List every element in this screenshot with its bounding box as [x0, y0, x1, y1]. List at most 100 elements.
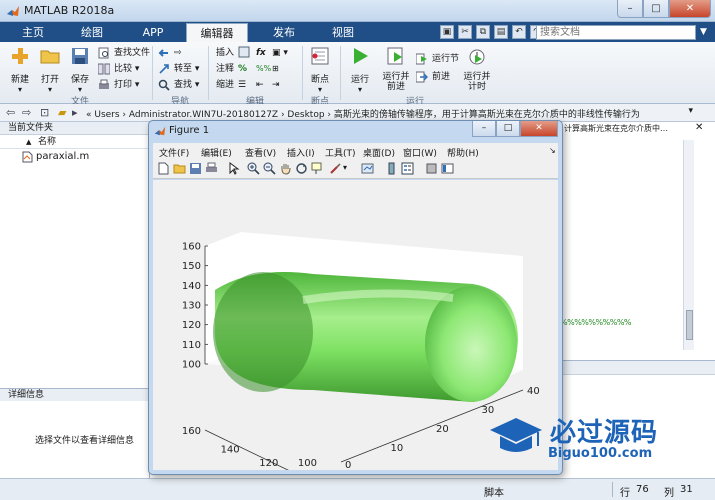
up-folder-icon[interactable]: ⊡: [40, 106, 49, 119]
smart-indent-icon[interactable]: ☰: [238, 78, 246, 92]
figure-menu-edit[interactable]: 编辑(E): [201, 146, 232, 159]
wrap-comments-icon[interactable]: ⊞: [272, 62, 279, 76]
file-item[interactable]: paraxial.m: [0, 149, 149, 165]
scrollbar-thumb[interactable]: [686, 310, 693, 340]
details-title: 详细信息: [0, 389, 149, 401]
forward-arrow-icon[interactable]: ⇨: [22, 106, 31, 119]
figure-minimize-button[interactable]: –: [472, 121, 496, 137]
tab-apps[interactable]: APP: [128, 23, 178, 42]
find-files-icon: [98, 47, 109, 59]
figure-matlab-icon: [154, 126, 166, 136]
run-and-advance-button[interactable]: 运行并 前进: [380, 46, 412, 92]
y-tick-label: 140: [221, 445, 240, 456]
indent-button[interactable]: 缩进: [214, 78, 234, 92]
colorbar-icon[interactable]: [385, 162, 398, 175]
browse-folder-icon[interactable]: ▰: [58, 106, 66, 119]
search-documentation-input[interactable]: 搜索文档: [536, 25, 696, 40]
editor-scrollbar[interactable]: [683, 140, 694, 350]
search-dropdown-icon[interactable]: ▼: [700, 25, 712, 40]
comment-percent-icon[interactable]: %: [238, 62, 247, 76]
sort-ascending-icon[interactable]: ▲: [26, 135, 31, 149]
increase-indent-icon[interactable]: ⇥: [272, 78, 280, 92]
print-button[interactable]: 打印 ▾: [98, 78, 139, 92]
figure-menu-file[interactable]: 文件(F): [159, 146, 189, 159]
zoom-out-icon[interactable]: [263, 162, 276, 175]
run-button[interactable]: 运行 ▾: [346, 46, 374, 94]
path-dropdown-icon[interactable]: ▾: [688, 106, 693, 116]
figure-menu-insert[interactable]: 插入(I): [287, 146, 315, 159]
fx-button[interactable]: fx: [256, 46, 266, 60]
breakpoints-button[interactable]: 断点 ▾: [306, 46, 334, 94]
name-column-header[interactable]: ▲ 名称: [0, 135, 149, 149]
figure-menu-window[interactable]: 窗口(W): [403, 146, 437, 159]
run-section-button[interactable]: 运行节: [416, 52, 459, 66]
figure-menu-help[interactable]: 帮助(H): [447, 146, 479, 159]
editor-code-comment: %%%%%%%%%%: [560, 318, 632, 327]
pan-hand-icon[interactable]: [279, 162, 292, 175]
find-files-button[interactable]: 查找文件: [98, 46, 150, 60]
find-button[interactable]: 查找 ▾: [158, 78, 199, 92]
figure-menu-tools[interactable]: 工具(T): [325, 146, 356, 159]
path-separator-icon: ▸: [72, 106, 78, 119]
decrease-indent-icon[interactable]: ⇤: [256, 78, 264, 92]
open-file-icon[interactable]: [173, 162, 186, 175]
goto-button[interactable]: 转至 ▾: [158, 62, 199, 76]
z-tick-label: 160: [182, 242, 201, 253]
compare-button[interactable]: 比较 ▾: [98, 62, 139, 76]
new-figure-icon[interactable]: [157, 162, 170, 175]
uncomment-icon[interactable]: %%: [256, 62, 271, 76]
new-button[interactable]: 新建 ▾: [6, 46, 34, 94]
insert-section-icon[interactable]: [238, 46, 250, 60]
tab-plots[interactable]: 绘图: [66, 23, 118, 42]
zoom-in-icon[interactable]: [247, 162, 260, 175]
tab-home[interactable]: 主页: [10, 23, 56, 42]
insert-dropdown-icon[interactable]: ▣ ▾: [272, 46, 288, 60]
open-button[interactable]: 打开 ▾: [36, 46, 64, 94]
z-tick-label: 150: [182, 261, 201, 272]
show-plot-tools-icon[interactable]: [441, 162, 454, 175]
figure-menu-desktop[interactable]: 桌面(D): [363, 146, 395, 159]
cut-quick-icon[interactable]: ✂: [458, 25, 472, 39]
new-plus-icon: [12, 48, 28, 64]
back-arrow-icon[interactable]: ⇦: [6, 106, 15, 119]
save-button[interactable]: 保存 ▾: [66, 46, 94, 94]
save-figure-icon[interactable]: [189, 162, 202, 175]
menu-dock-arrow-icon[interactable]: ↘: [549, 146, 556, 155]
maximize-button[interactable]: □: [643, 0, 669, 18]
current-path[interactable]: « Users › Administrator.WIN7U-20180127Z …: [86, 107, 640, 120]
brush-dropdown-icon[interactable]: ▾: [343, 163, 347, 172]
figure-close-button[interactable]: ✕: [520, 121, 558, 137]
insert-button[interactable]: 插入: [214, 46, 234, 60]
comment-button[interactable]: 注释: [214, 62, 234, 76]
save-quick-icon[interactable]: ▣: [440, 25, 454, 39]
paste-quick-icon[interactable]: ▤: [494, 25, 508, 39]
close-button[interactable]: ✕: [669, 0, 711, 18]
back-forward-button[interactable]: ⇨: [158, 46, 182, 60]
run-label: 运行: [350, 75, 369, 85]
graduation-cap-logo-icon: [490, 418, 542, 452]
editor-tab-title[interactable]: 计算高斯光束在克尔介质中…: [564, 123, 694, 136]
run-section-icon: [416, 53, 427, 65]
tab-editor[interactable]: 编辑器: [186, 23, 248, 42]
pointer-icon[interactable]: [227, 162, 240, 175]
z-tick-label: 100: [182, 360, 201, 371]
undo-quick-icon[interactable]: ↶: [512, 25, 526, 39]
editor-close-icon[interactable]: ✕: [695, 122, 703, 133]
minimize-button[interactable]: –: [617, 0, 643, 18]
legend-icon[interactable]: [401, 162, 414, 175]
data-cursor-icon[interactable]: [311, 162, 324, 175]
rotate-3d-icon[interactable]: [295, 162, 308, 175]
figure-maximize-button[interactable]: □: [496, 121, 520, 137]
tab-view[interactable]: 视图: [318, 23, 368, 42]
print-figure-icon[interactable]: [205, 162, 218, 175]
advance-button[interactable]: 前进: [416, 70, 450, 84]
run-and-time-button[interactable]: 运行并 计时: [462, 46, 492, 92]
ribbon-divider: [340, 46, 341, 100]
copy-quick-icon[interactable]: ⧉: [476, 25, 490, 39]
brush-icon[interactable]: [329, 162, 342, 175]
link-plot-icon[interactable]: [361, 162, 374, 175]
hide-plot-tools-icon[interactable]: [425, 162, 438, 175]
x-tick-label: 40: [527, 386, 540, 397]
figure-menu-view[interactable]: 查看(V): [245, 146, 276, 159]
tab-publish[interactable]: 发布: [256, 23, 312, 42]
